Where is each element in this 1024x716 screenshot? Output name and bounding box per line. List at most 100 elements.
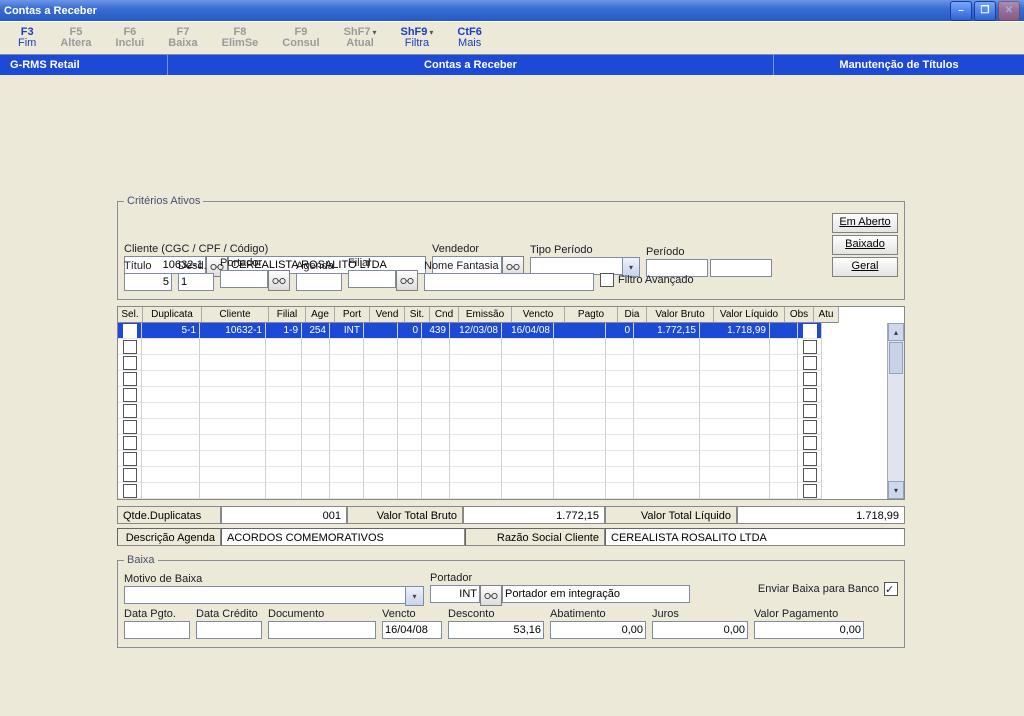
grid-header[interactable]: Vencto [512,307,565,323]
summary-row: Qtde.Duplicatas 001 Valor Total Bruto 1.… [117,506,905,524]
baixa-legend: Baixa [124,554,158,566]
scroll-thumb[interactable] [889,342,903,374]
grid-cell[interactable]: INT [330,323,364,339]
maximize-button[interactable]: ❐ [974,1,996,21]
grid-cell[interactable] [798,323,822,339]
grid-cell[interactable]: 10632-1 [200,323,266,339]
window-title: Contas a Receber [4,5,97,17]
grid-header[interactable]: Duplicata [143,307,202,323]
table-row[interactable] [118,387,904,403]
window-titlebar: Contas a Receber – ❐ ✕ [0,0,1024,21]
grid-cell[interactable]: 1-9 [266,323,302,339]
state-baixado[interactable]: Baixado [832,235,898,255]
desconto-label: Desconto [448,608,544,620]
tool-mais[interactable]: CtF6Mais [445,25,493,51]
filtro-avancado-label: Filtro Avançado [618,274,694,286]
titulo-input[interactable] [124,273,172,291]
grid-cell[interactable]: 1.718,99 [700,323,770,339]
table-row[interactable] [118,403,904,419]
table-row[interactable] [118,467,904,483]
grid-header[interactable]: Sit. [405,307,430,323]
grid-header[interactable]: Sel. [118,307,143,323]
table-row[interactable] [118,483,904,499]
grid-header[interactable]: Cnd [430,307,459,323]
tool-baixa: F7Baixa [156,25,209,51]
grid-cell[interactable]: 16/04/08 [502,323,554,339]
grid-cell[interactable]: 254 [302,323,330,339]
scroll-down[interactable]: ▾ [888,481,904,499]
qtde-label: Qtde.Duplicatas [117,506,221,524]
motivo-dropdown[interactable]: ▾ [405,586,424,606]
filial-lookup-button[interactable] [396,270,418,291]
baixa-portador-lookup[interactable] [480,585,502,606]
agenda-input[interactable] [296,273,342,291]
vb-label: Valor Total Bruto [347,506,463,524]
data-credito-input[interactable] [196,621,262,639]
scroll-up[interactable]: ▴ [888,323,904,341]
grid-cell[interactable] [118,323,142,339]
minimize-button[interactable]: – [950,1,972,21]
baixa-portador-desc [502,585,690,603]
periodo-to[interactable] [710,259,772,277]
grid-cell[interactable]: 0 [398,323,422,339]
data-pgto-input[interactable] [124,621,190,639]
table-row[interactable] [118,339,904,355]
data-credito-label: Data Crédito [196,608,262,620]
grid-scrollbar[interactable]: ▴ ▾ [887,323,904,499]
grid-header[interactable]: Port [335,307,370,323]
tool-filtra[interactable]: ShF9▾Filtra [389,25,446,51]
desd-input[interactable] [178,273,214,291]
close-button[interactable]: ✕ [998,1,1020,21]
grid-cell[interactable]: 1.772,15 [634,323,700,339]
tool-fim[interactable]: F3Fim [6,25,48,51]
titulo-label: Título [124,260,172,272]
toolbar: F3Fim F5Altera F6Inclui F7Baixa F8ElimSe… [0,21,1024,55]
grid-header[interactable]: Vend [370,307,405,323]
portador-input[interactable] [220,270,268,288]
vencto-display [382,621,442,639]
valor-pagamento-input[interactable] [754,621,864,639]
grid-cell[interactable]: 439 [422,323,450,339]
enviar-banco-checkbox[interactable]: ✓ [884,582,898,596]
filtro-avancado-checkbox[interactable] [600,273,614,287]
vl-label: Valor Total Líquido [605,506,737,524]
grid-header[interactable]: Atu [814,307,839,323]
app-name: G-RMS Retail [0,55,168,75]
baixa-portador-input[interactable] [430,585,480,603]
grid-cell[interactable]: 5-1 [142,323,200,339]
grid-header[interactable]: Obs [785,307,814,323]
grid-cell[interactable] [554,323,606,339]
grid-header[interactable]: Valor Líquido [714,307,785,323]
titulos-grid[interactable]: Sel.DuplicataClienteFilialAgePortVendSit… [117,306,905,500]
grid-cell[interactable]: 12/03/08 [450,323,502,339]
grid-header[interactable]: Pagto [565,307,618,323]
grid-cell[interactable] [364,323,398,339]
state-geral[interactable]: Geral [832,257,898,277]
nome-fantasia-label: Nome Fantasia [424,260,594,272]
grid-header[interactable]: Emissão [459,307,512,323]
baixa-panel: Baixa Motivo de Baixa▾ Portador Enviar B… [117,554,905,648]
grid-cell[interactable] [770,323,798,339]
agenda-desc-label: Descrição Agenda [117,528,221,546]
documento-label: Documento [268,608,376,620]
table-row[interactable] [118,419,904,435]
documento-input[interactable] [268,621,376,639]
filial-input[interactable] [348,270,396,288]
table-row[interactable] [118,355,904,371]
criterios-panel: Critérios Ativos Cliente (CGC / CPF / Có… [117,195,905,300]
grid-header[interactable]: Dia [618,307,647,323]
portador-lookup-button[interactable] [268,270,290,291]
abatimento-input[interactable] [550,621,646,639]
grid-header[interactable]: Filial [269,307,306,323]
table-row[interactable] [118,435,904,451]
desconto-input[interactable] [448,621,544,639]
motivo-select[interactable] [124,586,405,604]
juros-input[interactable] [652,621,748,639]
table-row[interactable] [118,371,904,387]
grid-cell[interactable]: 0 [606,323,634,339]
grid-header[interactable]: Cliente [202,307,269,323]
state-em-aberto[interactable]: Em Aberto [832,213,898,233]
grid-header[interactable]: Valor Bruto [647,307,714,323]
grid-header[interactable]: Age [306,307,335,323]
table-row[interactable] [118,451,904,467]
